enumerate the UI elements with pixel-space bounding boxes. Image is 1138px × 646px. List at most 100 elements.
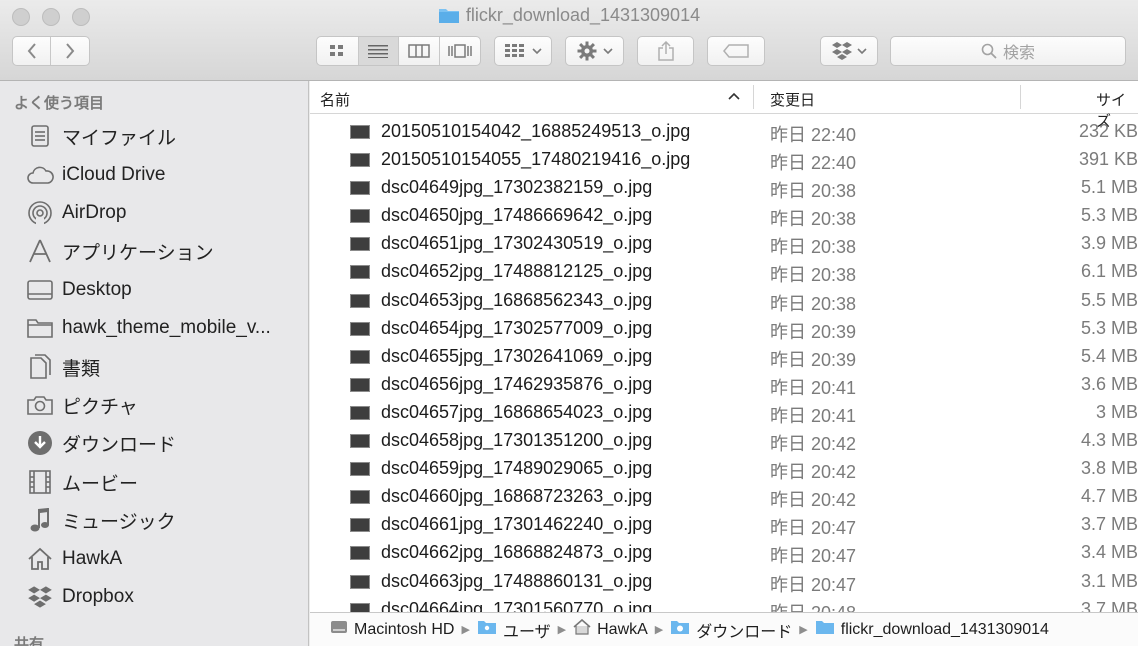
all-my-files-icon	[24, 122, 56, 150]
file-name: dsc04657jpg_16868654023_o.jpg	[381, 401, 653, 422]
sidebar-item-airdrop[interactable]: AirDrop	[24, 196, 304, 230]
file-name: 20150510154055_17480219416_o.jpg	[381, 149, 691, 170]
action-menu-button[interactable]	[565, 36, 624, 66]
sidebar-item-label: 書類	[62, 358, 101, 380]
sidebar-item-desktop[interactable]: Desktop	[24, 273, 304, 307]
icon-view-button[interactable]	[317, 37, 359, 65]
file-size: 5.5 MB	[1080, 289, 1138, 310]
file-name: 20150510154042_16885249513_o.jpg	[381, 121, 691, 141]
list-view-button[interactable]	[358, 37, 399, 65]
column-header-date[interactable]: 変更日	[770, 89, 815, 110]
downloads-folder-icon	[670, 619, 690, 640]
sidebar-item-dropbox[interactable]: Dropbox	[24, 580, 304, 614]
table-row[interactable]: 20150510154055_17480219416_o.jpg 昨日 22:40…	[310, 146, 1138, 174]
sidebar-item-label: iCloud Drive	[62, 164, 166, 185]
home-icon	[573, 618, 591, 640]
image-thumbnail-icon	[350, 181, 370, 196]
back-button[interactable]	[13, 37, 52, 65]
sidebar-item-label: hawk_theme_mobile_v...	[62, 317, 271, 338]
share-button[interactable]	[637, 36, 694, 66]
file-date: 昨日 20:42	[770, 490, 857, 511]
chevron-right-icon	[66, 43, 75, 59]
tags-button[interactable]	[707, 36, 765, 66]
sidebar-item-downloads[interactable]: ダウンロード	[24, 426, 304, 460]
file-name: dsc04655jpg_17302641069_o.jpg	[381, 345, 653, 366]
file-name: dsc04651jpg_17302430519_o.jpg	[381, 233, 653, 254]
cloud-icon	[24, 161, 56, 189]
documents-icon	[24, 353, 56, 381]
table-row[interactable]: dsc04649jpg_17302382159_o.jpg 昨日 20:38 5.1…	[310, 174, 1138, 202]
path-item-current-folder[interactable]: flickr_download_1431309014	[815, 619, 1049, 640]
sidebar-item-hawk-theme-folder[interactable]: hawk_theme_mobile_v...	[24, 311, 304, 345]
search-field[interactable]: 検索	[890, 36, 1126, 66]
table-row[interactable]: 20150510154042_16885249513_o.jpg 昨日 22:40…	[310, 118, 1138, 146]
column-divider[interactable]	[1020, 85, 1021, 109]
path-item-downloads[interactable]: ダウンロード	[670, 618, 792, 642]
image-thumbnail-icon	[350, 349, 370, 364]
window-title: flickr_download_1431309014	[0, 5, 1138, 29]
file-size: 3.7 MB	[1080, 514, 1138, 535]
table-row[interactable]: dsc04660jpg_16868723263_o.jpg 昨日 20:42 4.7…	[310, 483, 1138, 511]
sidebar-item-documents[interactable]: 書類	[24, 350, 304, 384]
dropbox-icon	[24, 583, 56, 611]
folder-icon	[438, 6, 460, 29]
favorites-heading: よく使う項目	[14, 95, 105, 112]
path-separator-icon: ▶	[654, 624, 664, 636]
forward-button[interactable]	[51, 37, 89, 65]
path-item-users[interactable]: ユーザ	[477, 618, 551, 642]
sidebar-item-home[interactable]: HawkA	[24, 542, 304, 576]
table-row[interactable]: dsc04658jpg_17301351200_o.jpg 昨日 20:42 4.3…	[310, 427, 1138, 455]
sidebar-item-music[interactable]: ミュージック	[24, 503, 304, 537]
sort-ascending-icon	[728, 92, 740, 100]
table-row[interactable]: dsc04651jpg_17302430519_o.jpg 昨日 20:38 3.9…	[310, 230, 1138, 258]
file-date: 昨日 20:47	[770, 574, 857, 595]
column-view-button[interactable]	[399, 37, 440, 65]
table-row[interactable]: dsc04654jpg_17302577009_o.jpg 昨日 20:39 5.3…	[310, 315, 1138, 343]
image-thumbnail-icon	[350, 462, 370, 477]
sidebar-item-icloud-drive[interactable]: iCloud Drive	[24, 158, 304, 192]
arrange-button[interactable]	[494, 36, 552, 66]
dropbox-menu-button[interactable]	[820, 36, 878, 66]
sidebar-item-movies[interactable]: ムービー	[24, 465, 304, 499]
path-item-home[interactable]: HawkA	[573, 618, 648, 640]
table-row[interactable]: dsc04662jpg_16868824873_o.jpg 昨日 20:47 3.4…	[310, 539, 1138, 567]
music-note-icon	[24, 506, 56, 534]
table-row[interactable]: dsc04663jpg_17488860131_o.jpg 昨日 20:47 3.1…	[310, 568, 1138, 596]
sidebar-item-applications[interactable]: アプリケーション	[24, 234, 304, 268]
folder-icon	[815, 619, 835, 640]
sidebar-item-pictures[interactable]: ピクチャ	[24, 388, 304, 422]
home-icon	[24, 545, 56, 573]
sidebar-item-label: ピクチャ	[62, 396, 138, 418]
sidebar-item-all-my-files[interactable]: マイファイル	[24, 119, 304, 153]
path-item-macintosh-hd[interactable]: Macintosh HD	[330, 619, 454, 640]
table-row[interactable]: dsc04659jpg_17489029065_o.jpg 昨日 20:42 3.8…	[310, 455, 1138, 483]
chevron-left-icon	[27, 43, 36, 59]
shared-heading: 共有	[14, 636, 45, 646]
coverflow-view-button[interactable]	[440, 37, 481, 65]
table-row[interactable]: dsc04656jpg_17462935876_o.jpg 昨日 20:41 3.6…	[310, 371, 1138, 399]
column-divider[interactable]	[753, 85, 754, 109]
path-item-label: Macintosh HD	[354, 620, 455, 638]
column-header-name[interactable]: 名前	[320, 89, 350, 110]
image-thumbnail-icon	[350, 405, 370, 420]
applications-icon	[24, 237, 56, 265]
file-rows: 20150510154042_16885249513_o.jpg 昨日 22:40…	[310, 118, 1138, 624]
hard-drive-icon	[330, 619, 348, 640]
table-row[interactable]: dsc04655jpg_17302641069_o.jpg 昨日 20:39 5.4…	[310, 343, 1138, 371]
table-row[interactable]: dsc04650jpg_17486669642_o.jpg 昨日 20:38 5.3…	[310, 202, 1138, 230]
coverflow-icon	[448, 44, 472, 58]
sidebar-item-label: ダウンロード	[62, 434, 177, 456]
table-row[interactable]: dsc04653jpg_16868562343_o.jpg 昨日 20:38 5.5…	[310, 287, 1138, 315]
chevron-down-icon	[532, 48, 542, 55]
table-row[interactable]: dsc04657jpg_16868654023_o.jpg 昨日 20:41 3 M…	[310, 399, 1138, 427]
file-name: dsc04650jpg_17486669642_o.jpg	[381, 205, 653, 226]
file-name: dsc04649jpg_17302382159_o.jpg	[381, 177, 653, 198]
path-separator-icon: ▶	[557, 624, 567, 636]
file-size: 4.3 MB	[1080, 430, 1138, 451]
camera-icon	[24, 391, 56, 419]
image-thumbnail-icon	[350, 153, 370, 168]
columns-icon	[408, 44, 430, 58]
table-row[interactable]: dsc04652jpg_17488812125_o.jpg 昨日 20:38 6.1…	[310, 258, 1138, 286]
search-placeholder: 検索	[1002, 45, 1035, 62]
table-row[interactable]: dsc04661jpg_17301462240_o.jpg 昨日 20:47 3.7…	[310, 511, 1138, 539]
